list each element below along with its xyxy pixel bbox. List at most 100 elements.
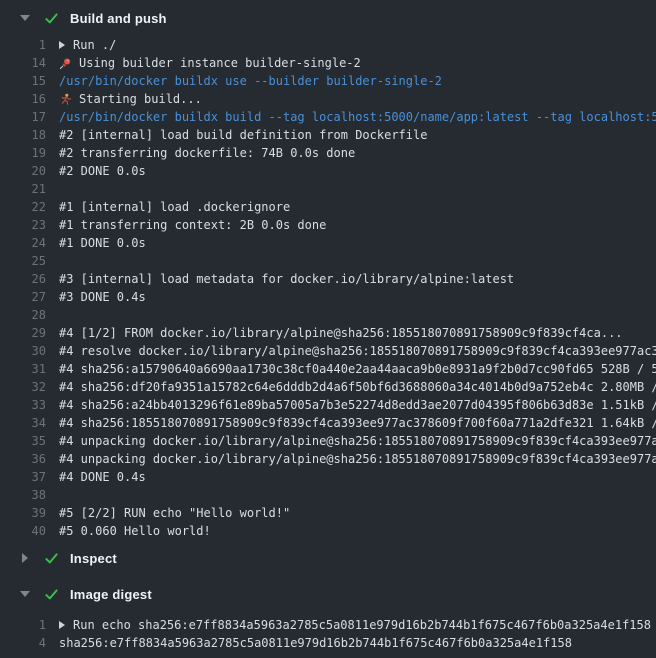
log-line: 4 sha256:e7ff8834a5963a2785c5a0811e979d1… (0, 634, 656, 652)
log-text: #4 unpacking docker.io/library/alpine@sh… (59, 450, 656, 468)
line-number[interactable]: 19 (0, 144, 46, 162)
line-number[interactable]: 23 (0, 216, 46, 234)
log-text-wrap (59, 180, 656, 198)
line-number[interactable]: 38 (0, 486, 46, 504)
log-text-wrap: Run ./ (59, 36, 656, 54)
line-number[interactable]: 15 (0, 72, 46, 90)
log-text-wrap: /usr/bin/docker buildx use --builder bui… (59, 72, 656, 90)
expand-toggle-icon[interactable] (59, 41, 65, 49)
section-log-lines: 1 Run ./ 14 Using builder instance build… (0, 36, 656, 540)
log-line: 24 #1 DONE 0.0s (0, 234, 656, 252)
log-text: #3 [internal] load metadata for docker.i… (59, 270, 514, 288)
log-line: 1 Run echo sha256:e7ff8834a5963a2785c5a0… (0, 616, 656, 634)
log-line: 34 #4 sha256:185518070891758909c9f839cf4… (0, 414, 656, 432)
log-line: 21 (0, 180, 656, 198)
log-text: #4 sha256:a24bb4013296f61e89ba57005a7b3e… (59, 396, 656, 414)
log-text: #2 transferring dockerfile: 74B 0.0s don… (59, 144, 355, 162)
log-line: 33 #4 sha256:a24bb4013296f61e89ba57005a7… (0, 396, 656, 414)
pushpin-icon (59, 57, 72, 70)
line-number[interactable]: 33 (0, 396, 46, 414)
log-text-wrap: #1 [internal] load .dockerignore (59, 198, 656, 216)
log-line: 20 #2 DONE 0.0s (0, 162, 656, 180)
log-text: #1 [internal] load .dockerignore (59, 198, 290, 216)
section-header-build-and-push[interactable]: Build and push (0, 0, 656, 36)
check-icon (44, 551, 59, 566)
line-number[interactable]: 31 (0, 360, 46, 378)
success-check-icon (44, 11, 59, 26)
log-text-wrap: #4 DONE 0.4s (59, 468, 656, 486)
log-line: 35 #4 unpacking docker.io/library/alpine… (0, 432, 656, 450)
log-text: #4 [1/2] FROM docker.io/library/alpine@s… (59, 324, 623, 342)
log-text: #4 sha256:df20fa9351a15782c64e6dddb2d4a6… (59, 378, 656, 396)
log-line: 30 #4 resolve docker.io/library/alpine@s… (0, 342, 656, 360)
log-text: #2 DONE 0.0s (59, 162, 146, 180)
log-text-wrap: #5 [2/2] RUN echo "Hello world!" (59, 504, 656, 522)
chevron-down-icon (20, 591, 30, 597)
chevron-right-icon (22, 553, 28, 563)
log-text: #1 transferring context: 2B 0.0s done (59, 216, 326, 234)
log-text-wrap: Run echo sha256:e7ff8834a5963a2785c5a081… (59, 616, 656, 634)
log-text: Starting build... (79, 90, 202, 108)
runner-icon (59, 93, 72, 106)
log-text-wrap (59, 252, 656, 270)
log-line: 29 #4 [1/2] FROM docker.io/library/alpin… (0, 324, 656, 342)
log-line: 23 #1 transferring context: 2B 0.0s done (0, 216, 656, 234)
check-icon (44, 11, 59, 26)
line-number[interactable]: 39 (0, 504, 46, 522)
log-text: #3 DONE 0.4s (59, 288, 146, 306)
line-number[interactable]: 1 (0, 616, 46, 634)
log-line: 19 #2 transferring dockerfile: 74B 0.0s … (0, 144, 656, 162)
log-text-wrap: #2 transferring dockerfile: 74B 0.0s don… (59, 144, 656, 162)
line-number[interactable]: 22 (0, 198, 46, 216)
line-number[interactable]: 35 (0, 432, 46, 450)
line-number[interactable]: 30 (0, 342, 46, 360)
line-number[interactable]: 14 (0, 54, 46, 72)
log-text-wrap: #4 unpacking docker.io/library/alpine@sh… (59, 450, 656, 468)
line-number[interactable]: 21 (0, 180, 46, 198)
log-text-wrap: #2 [internal] load build definition from… (59, 126, 656, 144)
section-title: Image digest (70, 587, 152, 602)
log-line: 39 #5 [2/2] RUN echo "Hello world!" (0, 504, 656, 522)
line-number[interactable]: 17 (0, 108, 46, 126)
log-line: 36 #4 unpacking docker.io/library/alpine… (0, 450, 656, 468)
log-sections: Build and push 1 Run ./ 14 Using builder… (0, 0, 656, 652)
log-line: 16 Starting build... (0, 90, 656, 108)
line-number[interactable]: 32 (0, 378, 46, 396)
section-header-inspect[interactable]: Inspect (0, 540, 656, 576)
log-line: 17 /usr/bin/docker buildx build --tag lo… (0, 108, 656, 126)
log-text-wrap: #2 DONE 0.0s (59, 162, 656, 180)
line-number[interactable]: 27 (0, 288, 46, 306)
line-number[interactable]: 18 (0, 126, 46, 144)
log-line: 27 #3 DONE 0.4s (0, 288, 656, 306)
line-number[interactable]: 20 (0, 162, 46, 180)
log-line: 18 #2 [internal] load build definition f… (0, 126, 656, 144)
check-icon (44, 587, 59, 602)
line-number[interactable]: 24 (0, 234, 46, 252)
line-number[interactable]: 36 (0, 450, 46, 468)
line-number[interactable]: 16 (0, 90, 46, 108)
log-text: #4 resolve docker.io/library/alpine@sha2… (59, 342, 656, 360)
line-number[interactable]: 1 (0, 36, 46, 54)
line-number[interactable]: 29 (0, 324, 46, 342)
log-text: #4 unpacking docker.io/library/alpine@sh… (59, 432, 656, 450)
line-number[interactable]: 26 (0, 270, 46, 288)
log-line: 22 #1 [internal] load .dockerignore (0, 198, 656, 216)
line-number[interactable]: 25 (0, 252, 46, 270)
expand-toggle-icon[interactable] (59, 621, 65, 629)
log-text-wrap: #4 sha256:185518070891758909c9f839cf4ca3… (59, 414, 656, 432)
line-number[interactable]: 34 (0, 414, 46, 432)
log-text-wrap: #1 DONE 0.0s (59, 234, 656, 252)
log-line: 1 Run ./ (0, 36, 656, 54)
section-header-image-digest[interactable]: Image digest (0, 576, 656, 612)
log-section-image-digest: Image digest 1 Run echo sha256:e7ff8834a… (0, 576, 656, 652)
line-number[interactable]: 28 (0, 306, 46, 324)
line-number[interactable]: 40 (0, 522, 46, 540)
log-text-wrap: Using builder instance builder-single-2 (59, 54, 656, 72)
log-text-wrap: sha256:e7ff8834a5963a2785c5a0811e979d16b… (59, 634, 656, 652)
log-text: #4 DONE 0.4s (59, 468, 146, 486)
line-number[interactable]: 37 (0, 468, 46, 486)
line-number[interactable]: 4 (0, 634, 46, 652)
log-text-wrap (59, 306, 656, 324)
log-line: 14 Using builder instance builder-single… (0, 54, 656, 72)
log-text: Using builder instance builder-single-2 (79, 54, 361, 72)
